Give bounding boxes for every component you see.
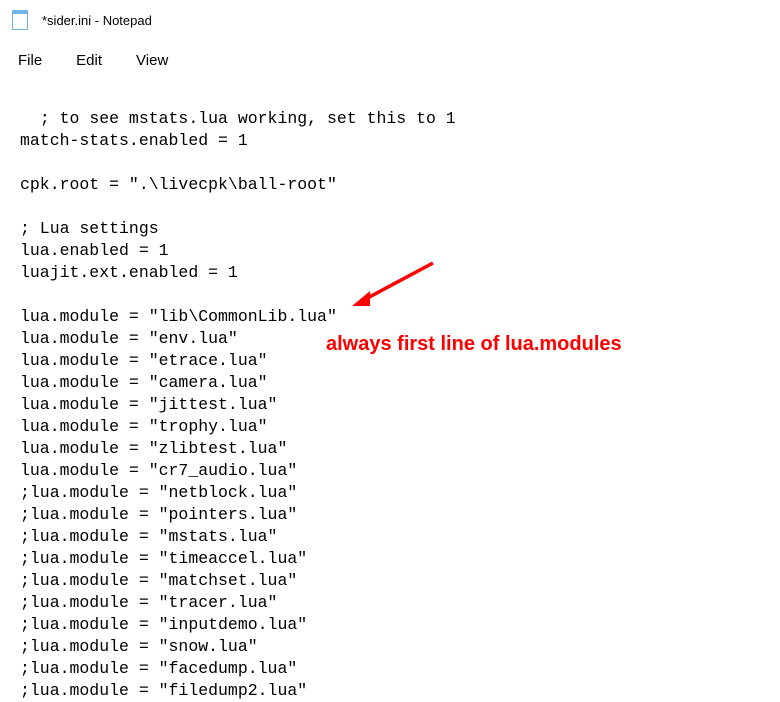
- menu-view[interactable]: View: [136, 52, 168, 69]
- menu-file[interactable]: File: [18, 52, 42, 69]
- titlebar: *sider.ini - Notepad: [0, 0, 780, 40]
- editor-content: ; to see mstats.lua working, set this to…: [20, 109, 456, 700]
- notepad-icon: [12, 10, 28, 30]
- editor-area[interactable]: ; to see mstats.lua working, set this to…: [0, 80, 780, 702]
- window-title: *sider.ini - Notepad: [42, 13, 152, 28]
- menubar: File Edit View: [0, 40, 780, 80]
- menu-edit[interactable]: Edit: [76, 52, 102, 69]
